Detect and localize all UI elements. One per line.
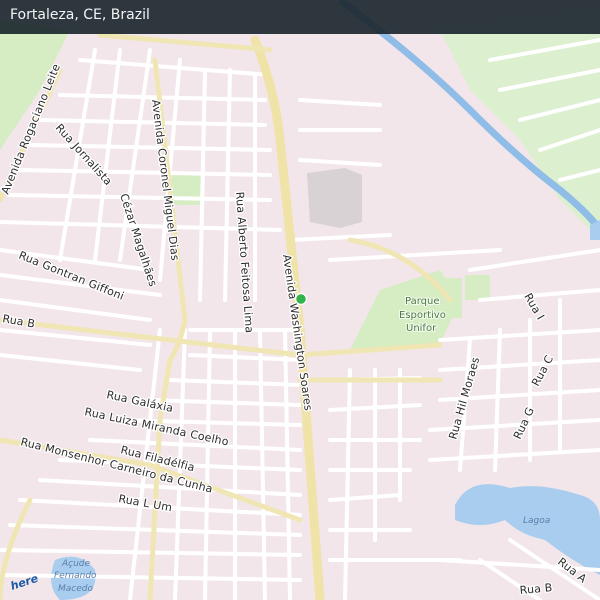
poi-label-line: Unifor bbox=[406, 323, 437, 334]
poi-label-line: Esportivo bbox=[399, 310, 446, 321]
water-label-lagoa: Lagoa bbox=[523, 516, 550, 526]
location-title: Fortaleza, CE, Brazil bbox=[10, 7, 150, 23]
water-label-line: Fernando bbox=[54, 571, 97, 581]
water-label-line: Açude bbox=[61, 559, 91, 569]
map-canvas[interactable]: Avenida Rogaciano Leite Rua Jornalista C… bbox=[0, 0, 600, 600]
buildings bbox=[307, 168, 362, 228]
water-label-line: Macedo bbox=[58, 584, 93, 594]
location-header-bar: Fortaleza, CE, Brazil bbox=[0, 0, 600, 34]
location-dot-icon bbox=[294, 292, 308, 306]
poi-label-line: Parque bbox=[405, 296, 439, 307]
location-marker[interactable] bbox=[294, 292, 308, 306]
